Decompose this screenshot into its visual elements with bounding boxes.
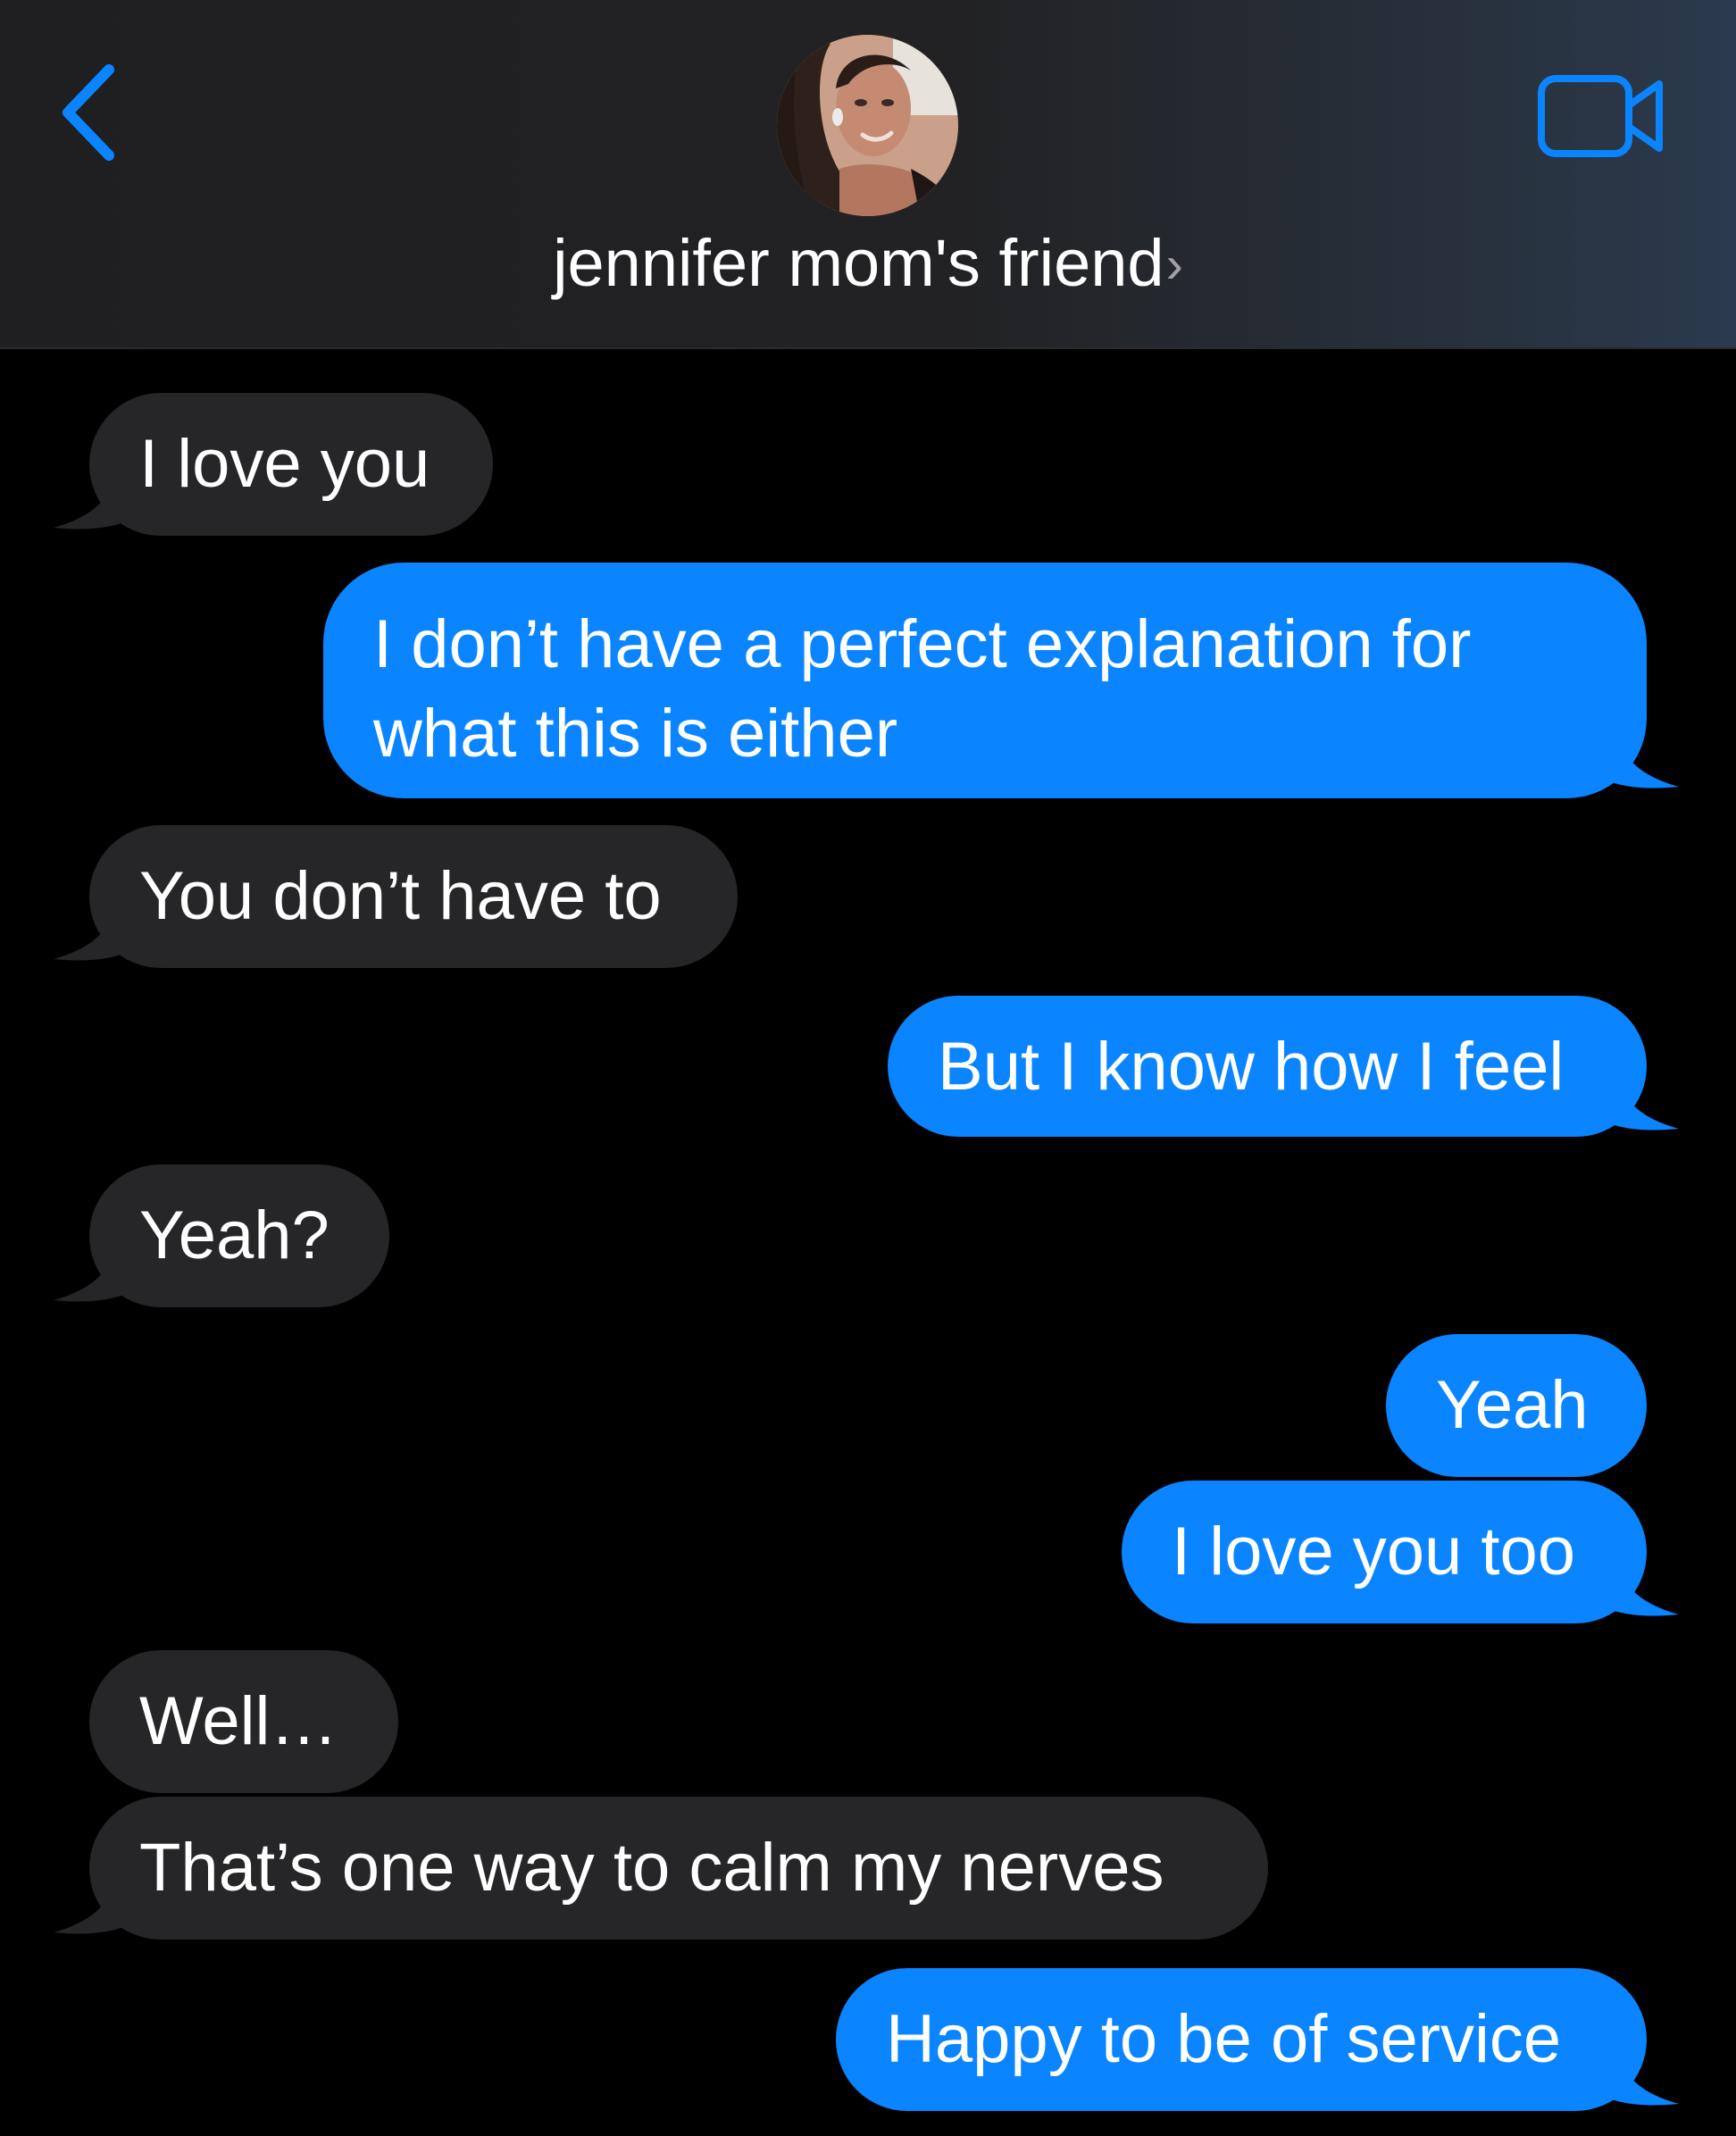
incoming-message[interactable]: I love you bbox=[89, 393, 493, 536]
incoming-message[interactable]: Well… bbox=[89, 1650, 398, 1793]
incoming-message[interactable]: That’s one way to calm my nerves bbox=[89, 1797, 1268, 1940]
outgoing-message[interactable]: But I know how I feel bbox=[888, 996, 1647, 1137]
outgoing-message[interactable]: Happy to be of service bbox=[836, 1968, 1647, 2111]
incoming-message[interactable]: You don’t have to bbox=[89, 825, 738, 968]
outgoing-message[interactable]: I don’t have a perfect explanation for w… bbox=[323, 563, 1647, 798]
incoming-message[interactable]: Yeah? bbox=[89, 1164, 389, 1307]
outgoing-message[interactable]: Yeah bbox=[1386, 1334, 1647, 1477]
message-thread[interactable]: I love you I don’t have a perfect explan… bbox=[0, 0, 1736, 2136]
outgoing-message[interactable]: I love you too bbox=[1122, 1481, 1647, 1623]
